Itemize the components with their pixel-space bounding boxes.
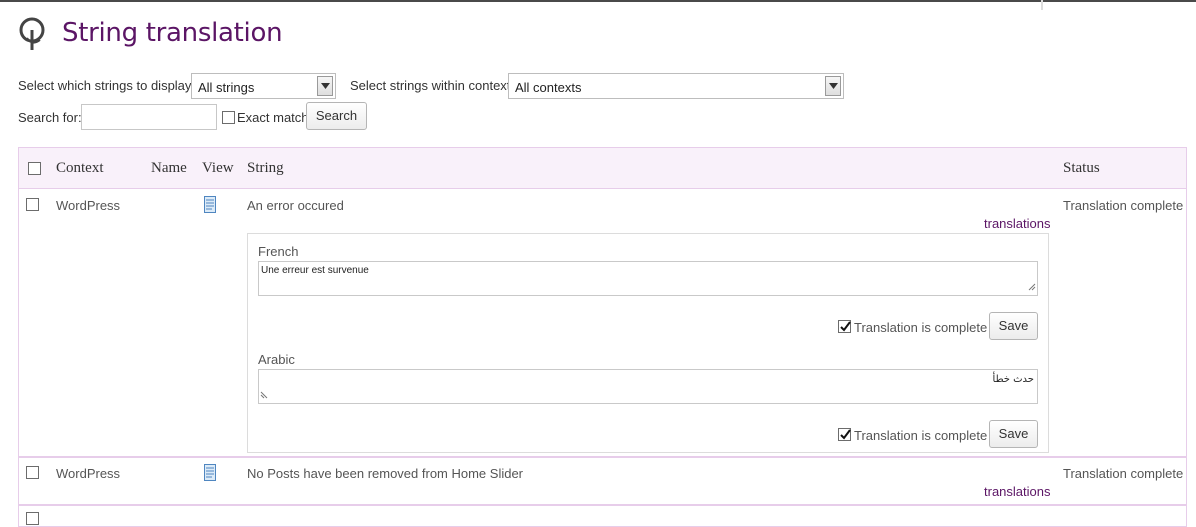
row-divider	[19, 504, 1186, 506]
row-select-checkbox[interactable]	[26, 198, 39, 211]
page-title: String translation	[62, 18, 283, 48]
search-label: Search for:	[18, 110, 82, 125]
exact-match-label: Exact match	[237, 110, 309, 125]
row-context: WordPress	[56, 466, 121, 481]
window-divider	[1041, 0, 1043, 10]
translation-complete-label-french: Translation is complete	[854, 320, 988, 335]
display-filter-label: Select which strings to display:	[18, 78, 196, 93]
search-input[interactable]	[81, 104, 217, 130]
translation-complete-label-arabic: Translation is complete	[854, 428, 988, 443]
document-icon[interactable]	[204, 196, 216, 213]
language-label-arabic: Arabic	[258, 352, 295, 367]
wpml-logo-icon	[18, 16, 46, 52]
save-button-french[interactable]: Save	[989, 312, 1038, 340]
resize-grip-icon[interactable]	[260, 391, 268, 402]
chevron-down-icon	[317, 76, 333, 96]
context-filter-select[interactable]: All contexts	[508, 73, 844, 99]
context-filter-value: All contexts	[515, 80, 582, 95]
window-top-border	[0, 0, 1196, 2]
row-divider	[19, 456, 1186, 458]
column-header-view: View	[202, 160, 234, 176]
translation-textarea-arabic[interactable]: حدث خطأ	[258, 369, 1038, 404]
save-button-arabic[interactable]: Save	[989, 420, 1038, 448]
language-label-french: French	[258, 244, 299, 259]
context-filter-label: Select strings within context:	[350, 78, 515, 93]
translation-text-arabic: حدث خطأ	[992, 374, 1034, 385]
row-context: WordPress	[56, 198, 121, 213]
row-string: No Posts have been removed from Home Sli…	[247, 466, 524, 481]
resize-grip-icon[interactable]	[1028, 283, 1036, 294]
translation-text-french: Une erreur est survenue	[261, 265, 369, 276]
column-header-string[interactable]: String	[247, 160, 284, 177]
translation-textarea-french[interactable]: Une erreur est survenue	[258, 261, 1038, 296]
table-header: Context Name View String Status	[19, 148, 1186, 189]
translations-link[interactable]: translations	[984, 216, 1050, 231]
translations-panel: French Une erreur est survenue Translati…	[247, 233, 1049, 453]
exact-match-checkbox[interactable]	[222, 111, 235, 124]
column-header-status[interactable]: Status	[1063, 160, 1100, 177]
translation-complete-checkbox-french[interactable]	[838, 320, 851, 333]
display-filter-value: All strings	[198, 80, 255, 95]
select-all-checkbox[interactable]	[28, 162, 41, 175]
strings-table: Context Name View String Status WordPres…	[18, 147, 1187, 527]
row-select-checkbox[interactable]	[26, 466, 39, 479]
translations-link[interactable]: translations	[984, 484, 1050, 499]
row-status: Translation complete	[1063, 466, 1184, 481]
display-filter-select[interactable]: All strings	[191, 73, 336, 99]
document-icon[interactable]	[204, 464, 216, 481]
translation-complete-checkbox-arabic[interactable]	[838, 428, 851, 441]
row-string: An error occured	[247, 198, 344, 213]
column-header-name[interactable]: Name	[151, 160, 187, 177]
chevron-down-icon	[825, 76, 841, 96]
column-header-context[interactable]: Context	[56, 160, 104, 177]
row-status: Translation complete	[1063, 198, 1184, 213]
search-button[interactable]: Search	[306, 102, 367, 130]
